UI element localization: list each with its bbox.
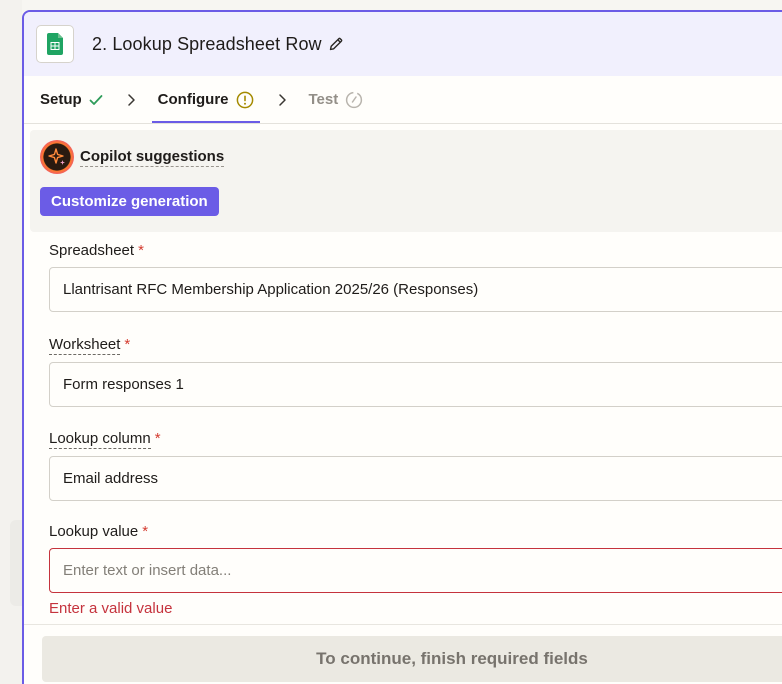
- chevron-right-icon: [127, 76, 136, 123]
- lookup-value-field: Lookup value * Enter text or insert data.…: [49, 523, 782, 617]
- pencil-edit-icon[interactable]: [328, 36, 344, 52]
- tab-configure[interactable]: Configure: [151, 76, 260, 123]
- footer-divider: [24, 624, 782, 625]
- chevron-right-icon: [278, 76, 287, 123]
- warning-icon: [236, 91, 254, 109]
- step-panel: 2. Lookup Spreadsheet Row Setup Configur…: [22, 10, 782, 684]
- check-icon: [89, 94, 103, 106]
- tab-label: Configure: [157, 91, 229, 108]
- copilot-suggestions-label[interactable]: Copilot suggestions: [80, 148, 225, 167]
- tab-label: Setup: [40, 91, 82, 108]
- required-marker: *: [154, 430, 161, 447]
- continue-button[interactable]: To continue, finish required fields: [42, 636, 782, 682]
- lookup-value-label: Lookup value: [49, 523, 139, 540]
- tab-test[interactable]: Test: [307, 76, 366, 123]
- lookup-column-select[interactable]: Email address: [49, 456, 782, 501]
- worksheet-field: Worksheet * Form responses 1: [49, 336, 782, 407]
- required-marker: *: [138, 242, 144, 259]
- step-tabs: Setup Configure Test: [24, 76, 782, 124]
- copilot-section: Copilot suggestions Customize generation: [30, 130, 782, 232]
- lookup-value-input[interactable]: Enter text or insert data...: [49, 548, 782, 593]
- lookup-value-error: Enter a valid value: [49, 600, 173, 617]
- worksheet-select[interactable]: Form responses 1: [49, 362, 782, 407]
- customize-generation-button[interactable]: Customize generation: [40, 187, 219, 216]
- spreadsheet-label: Spreadsheet: [49, 242, 135, 259]
- lookup-column-field: Lookup column * Email address: [49, 430, 782, 501]
- step-title: 2. Lookup Spreadsheet Row: [92, 33, 322, 54]
- tab-label: Test: [308, 91, 339, 108]
- required-marker: *: [142, 523, 149, 540]
- spreadsheet-field: Spreadsheet * Llantrisant RFC Membership …: [49, 242, 782, 312]
- lookup-column-label: Lookup column: [49, 430, 151, 449]
- spreadsheet-select[interactable]: Llantrisant RFC Membership Application 2…: [49, 267, 782, 312]
- required-marker: *: [124, 336, 131, 353]
- worksheet-label: Worksheet: [49, 336, 121, 355]
- google-sheets-icon: [36, 25, 74, 63]
- step-header: 2. Lookup Spreadsheet Row: [24, 12, 782, 76]
- copilot-header: Copilot suggestions: [40, 140, 225, 174]
- tab-setup[interactable]: Setup: [38, 76, 105, 123]
- test-icon: [345, 91, 363, 109]
- copilot-sparkle-icon: [40, 140, 74, 174]
